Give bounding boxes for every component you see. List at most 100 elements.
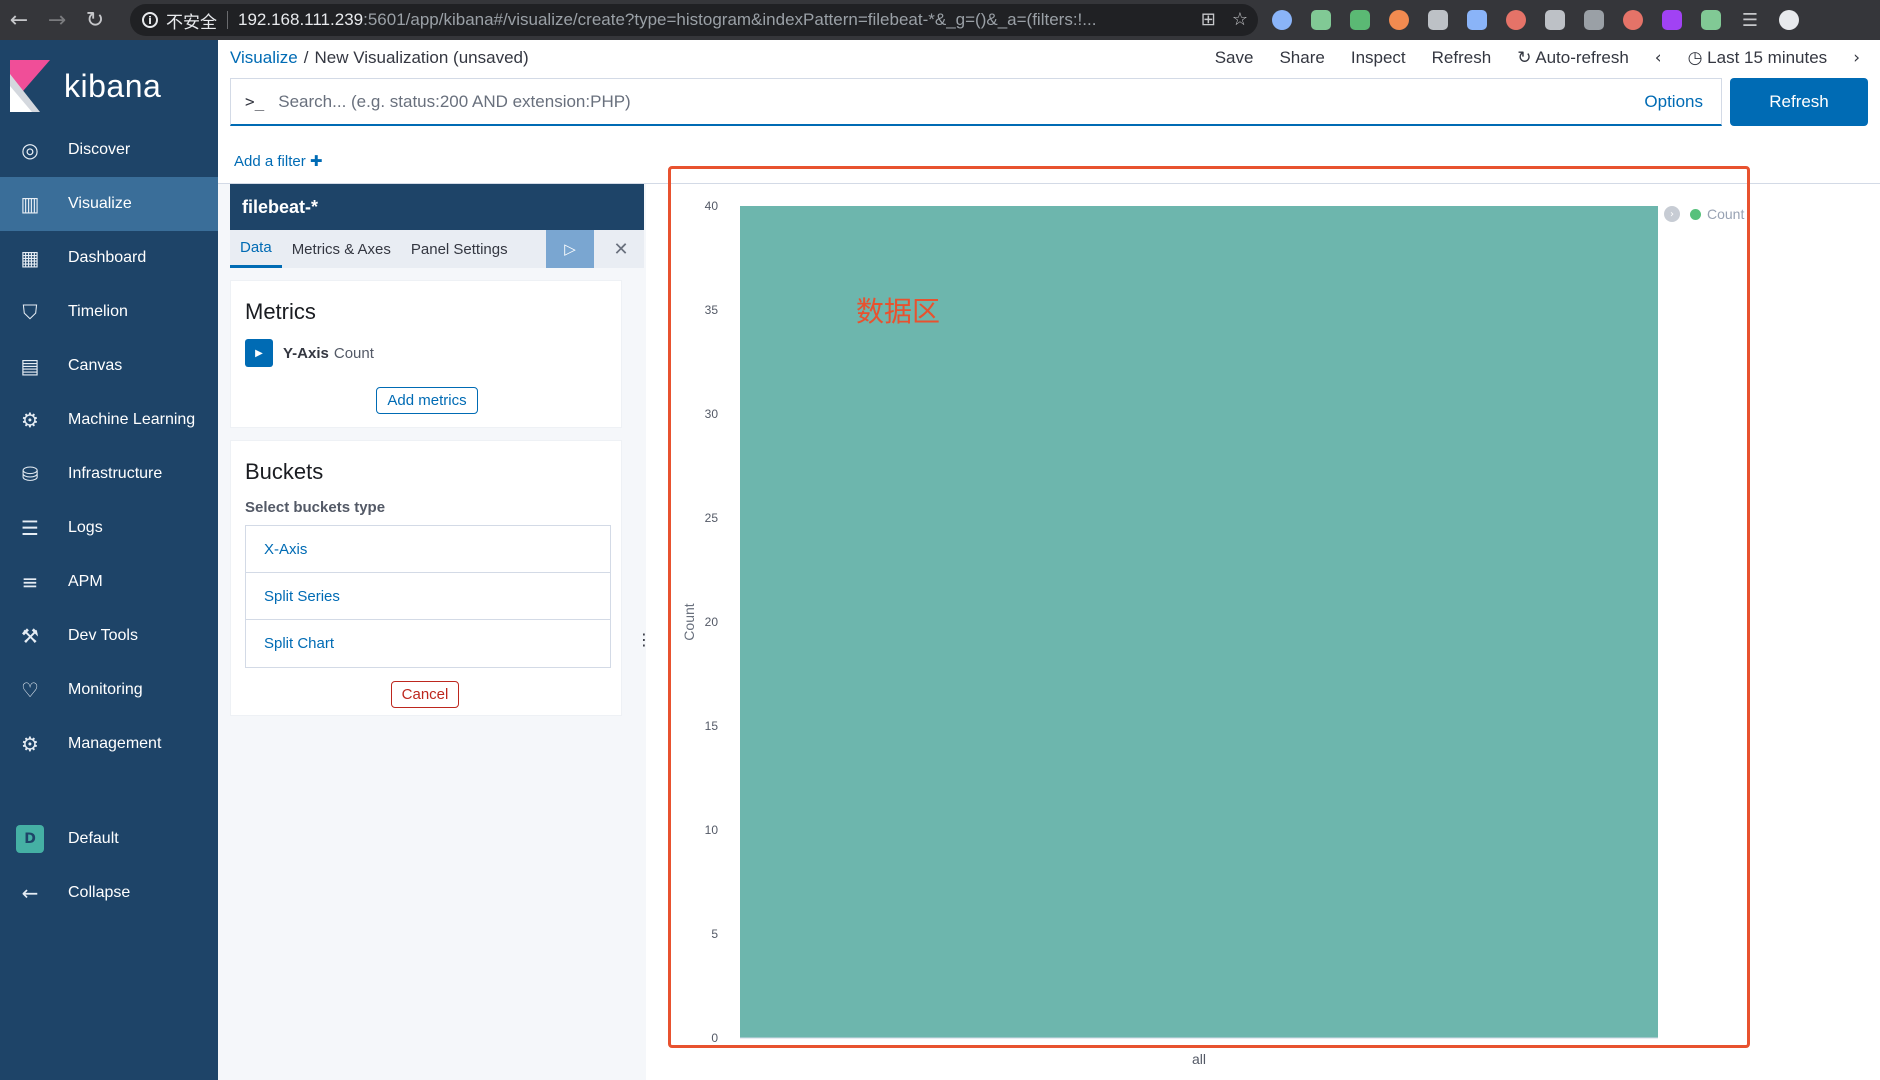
plus-icon: ✚ (309, 153, 323, 170)
sidebar-item-label: Management (68, 735, 162, 752)
sidebar-item-timelion[interactable]: ⛉ Timelion (0, 285, 218, 339)
add-filter-button[interactable]: Add a filter ✚ (234, 152, 322, 170)
query-bar: >_ Options (230, 78, 1722, 126)
bucket-option-x-axis[interactable]: X-Axis (246, 526, 610, 573)
apply-changes-button[interactable]: ▷ (546, 230, 594, 268)
y-tick-label: 15 (705, 719, 719, 733)
chevron-left-icon[interactable]: ‹ (1655, 48, 1662, 68)
filter-bar: Add a filter ✚ (218, 138, 1880, 184)
omnibox-actions: ⊞ ☆ (1201, 9, 1248, 30)
forward-icon[interactable]: → (38, 0, 76, 40)
breadcrumb: Visualize / New Visualization (unsaved) (230, 48, 529, 68)
extension-icon[interactable] (1385, 6, 1413, 34)
address-bar[interactable]: i 不安全 192.168.111.239 :5601/app/kibana#/… (130, 4, 1258, 36)
time-picker-button[interactable]: ◷ Last 15 minutes (1688, 48, 1828, 68)
search-input[interactable] (278, 81, 1645, 122)
clock-icon: ◷ (1687, 48, 1703, 68)
extension-icon[interactable] (1658, 6, 1686, 34)
time-range-label: Last 15 minutes (1707, 48, 1828, 67)
tab-metrics-axes[interactable]: Metrics & Axes (282, 230, 401, 268)
metric-agg-row[interactable]: ▶ Y-Axis Count (245, 339, 374, 367)
gear-icon: ⚙ (21, 732, 39, 756)
machine-learning-icon: ⚙ (21, 408, 39, 432)
kibana-sidebar: kibana ◎ Discover ▥ Visualize ▦ Dashboard ⛉ Tim… (0, 40, 218, 1080)
auto-refresh-button[interactable]: ↻ Auto-refresh (1517, 48, 1629, 68)
extension-icon[interactable] (1463, 6, 1491, 34)
legend-entry[interactable]: Count (1690, 206, 1744, 222)
sidebar-item-logs[interactable]: ☰ Logs (0, 501, 218, 555)
extension-icon[interactable] (1346, 6, 1374, 34)
top-nav-menu: Save Share Inspect Refresh ↻ Auto-refres… (1215, 48, 1860, 68)
bucket-option-split-series[interactable]: Split Series (246, 573, 610, 620)
annotation-label: 数据区 (856, 295, 941, 328)
sidebar-item-label: Dashboard (68, 249, 147, 266)
refresh-menu-button[interactable]: Refresh (1432, 48, 1492, 68)
sidebar-item-apm[interactable]: ≡ APM (0, 555, 218, 609)
extension-icon[interactable] (1307, 6, 1335, 34)
sidebar-item-machine-learning[interactable]: ⚙ Machine Learning (0, 393, 218, 447)
extension-icon[interactable] (1580, 6, 1608, 34)
url-divider (227, 11, 228, 29)
bookmark-star-icon[interactable]: ☆ (1232, 9, 1248, 30)
buckets-title: Buckets (245, 459, 324, 484)
back-icon[interactable]: ← (0, 0, 38, 40)
profile-avatar-icon[interactable] (1775, 6, 1803, 34)
sidebar-item-dashboard[interactable]: ▦ Dashboard (0, 231, 218, 285)
space-selector[interactable]: D Default (0, 812, 218, 866)
x-tick-label: all (1192, 1051, 1206, 1067)
share-button[interactable]: Share (1279, 48, 1324, 68)
sidebar-item-dev-tools[interactable]: ⚒ Dev Tools (0, 609, 218, 663)
sidebar-item-management[interactable]: ⚙ Management (0, 717, 218, 771)
sidebar-item-infrastructure[interactable]: ⛁ Infrastructure (0, 447, 218, 501)
sidebar-item-label: Monitoring (68, 681, 143, 698)
collapse-label: Collapse (68, 884, 131, 901)
legend-color-dot (1690, 208, 1701, 220)
reading-list-icon[interactable]: ☰ (1736, 6, 1764, 34)
add-metrics-button[interactable]: Add metrics (376, 387, 478, 414)
canvas-icon: ▤ (20, 354, 40, 378)
y-tick-label: 25 (705, 511, 719, 525)
sidebar-item-visualize[interactable]: ▥ Visualize (0, 177, 218, 231)
extension-icon[interactable] (1424, 6, 1452, 34)
kibana-logo[interactable]: kibana (10, 60, 161, 112)
inspect-button[interactable]: Inspect (1351, 48, 1406, 68)
bar-all[interactable] (740, 206, 1658, 1038)
timelion-icon: ⛉ (22, 300, 38, 324)
sidebar-item-label: Canvas (68, 357, 123, 374)
extension-icon[interactable] (1541, 6, 1569, 34)
heartbeat-icon: ♡ (21, 678, 39, 702)
extension-icon[interactable] (1619, 6, 1647, 34)
translate-icon[interactable]: ⊞ (1201, 9, 1216, 30)
discard-changes-button[interactable]: ✕ (598, 230, 644, 268)
visualize-icon: ▥ (20, 192, 40, 216)
chevron-right-icon[interactable]: › (1853, 48, 1860, 68)
refresh-button[interactable]: Refresh (1730, 78, 1868, 126)
sidebar-item-label: Machine Learning (68, 411, 196, 428)
breadcrumb-current: New Visualization (unsaved) (314, 48, 529, 67)
sidebar-item-monitoring[interactable]: ♡ Monitoring (0, 663, 218, 717)
tab-data[interactable]: Data (230, 230, 282, 268)
reload-icon[interactable]: ↻ (76, 0, 114, 40)
sidebar-item-discover[interactable]: ◎ Discover (0, 123, 218, 177)
collapse-button[interactable]: ← Collapse (0, 866, 218, 920)
legend-toggle-icon[interactable]: › (1664, 206, 1680, 222)
sidebar-item-canvas[interactable]: ▤ Canvas (0, 339, 218, 393)
visualization-area: 0 5 10 15 20 25 30 35 40 Count all (648, 184, 1880, 1080)
info-icon[interactable]: i (142, 12, 158, 28)
y-tick-label: 20 (705, 615, 719, 629)
vis-editor-sidebar: filebeat-* Data Metrics & Axes Panel Set… (218, 184, 646, 1080)
extension-icon[interactable] (1268, 6, 1296, 34)
query-options-button[interactable]: Options (1644, 92, 1703, 112)
expand-toggle[interactable]: ▶ (245, 339, 273, 367)
save-button[interactable]: Save (1215, 48, 1254, 68)
agg-value: Count (333, 344, 374, 362)
bucket-option-split-chart[interactable]: Split Chart (246, 620, 610, 667)
cancel-button[interactable]: Cancel (391, 681, 459, 708)
extension-icon[interactable] (1502, 6, 1530, 34)
agg-label: Y-Axis (283, 344, 329, 362)
tab-panel-settings[interactable]: Panel Settings (401, 230, 518, 268)
extension-icon[interactable] (1697, 6, 1725, 34)
close-icon: ✕ (613, 238, 629, 260)
auto-refresh-label: Auto-refresh (1535, 48, 1629, 67)
breadcrumb-visualize[interactable]: Visualize (230, 48, 298, 68)
